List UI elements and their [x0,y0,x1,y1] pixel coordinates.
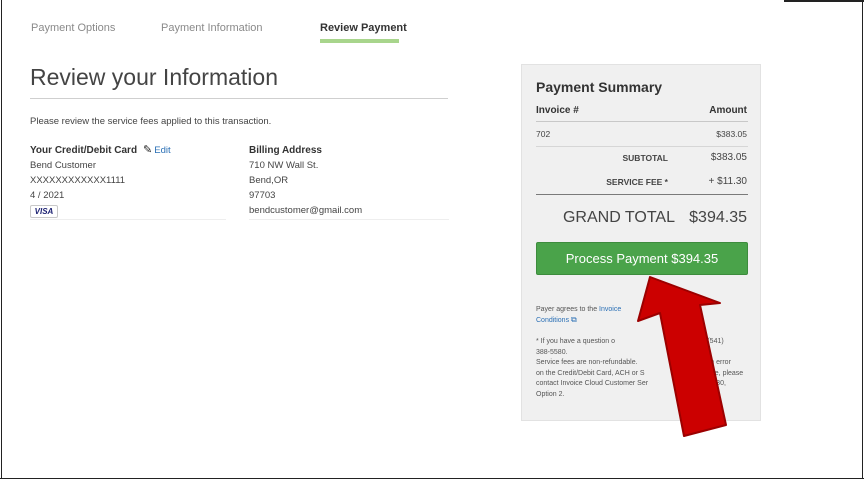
external-link-icon[interactable]: ⧉ [571,315,577,324]
invoice-number: 702 [536,129,551,139]
subtotal-value: $383.05 [710,152,747,163]
card-details: Your Credit/Debit Card ✎ Edit Bend Custome… [30,143,226,219]
note-4b: -8330, [706,380,726,387]
card-expiry: 4 / 2021 [30,190,65,201]
billing-address: Billing Address 710 NW Wall St. Bend,OR … [249,143,449,218]
amount-column-header: Amount [709,105,747,116]
step-payment-options[interactable]: Payment Options [31,22,115,34]
active-step-underline [320,39,399,43]
conditions-link[interactable]: Conditions [536,317,569,324]
service-fee-value: + $11.30 [708,176,747,187]
note-3a: on the Credit/Debit Card, ACH or S [536,369,645,377]
step-review-payment: Review Payment [320,22,407,34]
note-4a: contact Invoice Cloud Customer Ser [536,380,649,387]
edit-card-link[interactable]: Edit [154,145,170,156]
terms-link-fragment[interactable]: nd [683,306,691,313]
note-1c: 388-5580. [536,348,568,356]
invoice-amount: $383.05 [716,129,747,139]
subtotal-label: SUBTOTAL [622,153,669,163]
total-divider [536,194,748,195]
terms-agreement: Payer agrees to the Invoice nd Condition… [536,305,750,326]
billing-email: bendcustomer@gmail.com [249,205,363,216]
note-1a: * If you have a question o [536,338,615,345]
agree-prefix: Payer agrees to the [536,306,598,313]
frame-top-border [784,0,864,2]
grand-total-label: GRAND TOTAL [562,209,675,226]
card-heading: Your Credit/Debit Card [30,145,138,156]
note-5: Option 2. [536,390,565,398]
intro-text: Please review the service fees applied t… [30,116,272,127]
cardholder-name: Bend Customer [30,160,97,171]
billing-street: 710 NW Wall St. [249,160,319,171]
fee-notes: * If you have a question o tact us at (54… [536,337,750,400]
note-1b: tact us at (541) [677,338,724,345]
pencil-icon[interactable]: ✎ [143,143,152,158]
billing-heading: Billing Address [249,145,322,156]
payment-summary-panel: Payment Summary Invoice # Amount 702 $38… [521,64,761,421]
note-3b: rge, please [708,369,744,377]
card-divider [30,219,226,220]
visa-logo-icon: VISA [30,205,58,218]
summary-header-divider [536,121,748,122]
note-2a: Service fees are non-refundable. [536,359,638,366]
grand-total-value: $394.35 [689,209,747,226]
title-divider [30,98,448,99]
step-payment-information[interactable]: Payment Information [161,22,263,34]
card-number: XXXXXXXXXXXX1111 [30,175,126,186]
invoice-row-divider [536,146,748,147]
summary-title: Payment Summary [536,79,663,95]
page-title: Review your Information [30,64,278,90]
billing-divider [249,219,449,220]
invoice-terms-link[interactable]: Invoice [599,306,621,313]
process-payment-button[interactable]: Process Payment $394.35 [536,242,748,275]
billing-city-state: Bend,OR [249,175,289,186]
billing-zip: 97703 [249,190,276,201]
frame-right-border [862,0,863,479]
note-2b: e is an error [693,359,731,366]
invoice-column-header: Invoice # [536,105,579,116]
service-fee-label: SERVICE FEE * [606,177,668,187]
frame-left-border [1,0,2,479]
